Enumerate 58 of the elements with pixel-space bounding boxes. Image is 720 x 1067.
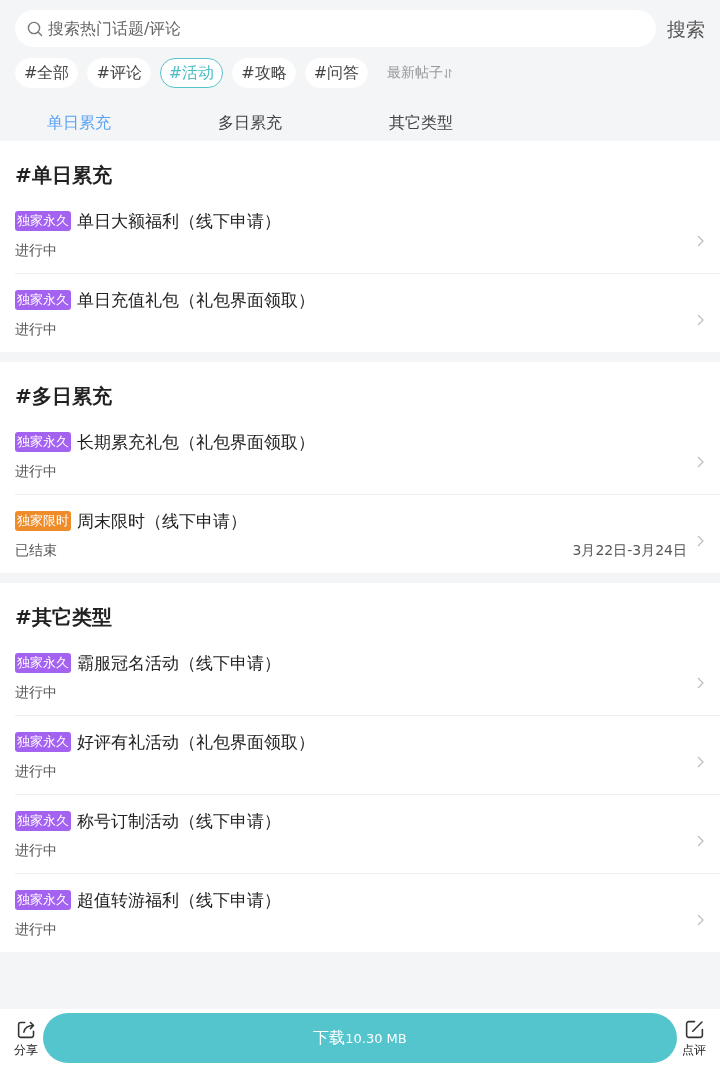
chevron-right-icon: [697, 313, 704, 326]
activity-title: 单日充值礼包（礼包界面领取）: [77, 289, 315, 312]
activity-status: 进行中: [15, 241, 57, 260]
chevron-right-icon: [697, 913, 704, 926]
chevron-right-icon: [697, 455, 704, 468]
review-button[interactable]: 点评: [680, 1019, 708, 1057]
activity-status: 进行中: [15, 762, 57, 781]
activity-badge: 独家永久: [15, 653, 71, 673]
chevron-right-icon: [697, 755, 704, 768]
topic-tag[interactable]: #问答: [304, 58, 369, 88]
activity-badge: 独家永久: [15, 432, 71, 452]
activity-title: 单日大额福利（线下申请）: [77, 210, 281, 233]
category-tab[interactable]: 多日累充: [186, 104, 314, 141]
activity-badge: 独家限时: [15, 511, 71, 531]
activity-status: 已结束: [15, 541, 57, 560]
section-title: #多日累充: [15, 383, 113, 410]
activity-badge: 独家永久: [15, 290, 71, 310]
activity-badge: 独家永久: [15, 811, 71, 831]
section-title: #单日累充: [15, 162, 113, 189]
topic-tag[interactable]: #全部: [15, 58, 79, 88]
activity-row[interactable]: 独家永久 单日充值礼包（礼包界面领取） 进行中: [15, 274, 720, 352]
activity-row[interactable]: 独家永久 称号订制活动（线下申请） 进行中: [15, 795, 720, 874]
topic-tag[interactable]: #评论: [87, 58, 151, 88]
activity-title: 称号订制活动（线下申请）: [77, 810, 281, 833]
activity-status: 进行中: [15, 320, 57, 339]
sort-icon: [444, 67, 453, 79]
activity-badge: 独家永久: [15, 211, 71, 231]
activity-title: 长期累充礼包（礼包界面领取）: [77, 431, 315, 454]
activity-row[interactable]: 独家永久 好评有礼活动（礼包界面领取） 进行中: [15, 716, 720, 795]
chevron-right-icon: [697, 534, 704, 547]
activity-title: 超值转游福利（线下申请）: [77, 889, 281, 912]
share-button[interactable]: 分享: [12, 1019, 40, 1057]
chevron-right-icon: [697, 234, 704, 247]
activity-date: 3月22日-3月24日: [572, 541, 687, 560]
search-icon: [27, 21, 43, 37]
search-field[interactable]: 搜索热门话题/评论: [15, 10, 656, 47]
search-button[interactable]: 搜索: [667, 16, 705, 41]
activity-row[interactable]: 独家永久 超值转游福利（线下申请） 进行中: [15, 874, 720, 952]
activity-row[interactable]: 独家永久 单日大额福利（线下申请） 进行中: [15, 195, 720, 274]
activity-badge: 独家永久: [15, 732, 71, 752]
share-icon: [15, 1019, 37, 1040]
activity-title: 好评有礼活动（礼包界面领取）: [77, 731, 315, 754]
activity-title: 周末限时（线下申请）: [77, 510, 247, 533]
category-tab[interactable]: 其它类型: [357, 104, 485, 141]
activity-status: 进行中: [15, 841, 57, 860]
topic-tag[interactable]: #攻略: [232, 58, 296, 88]
activity-row[interactable]: 独家限时 周末限时（线下申请） 已结束 3月22日-3月24日: [15, 495, 720, 573]
edit-icon: [683, 1019, 705, 1040]
activity-status: 进行中: [15, 920, 57, 939]
chevron-right-icon: [697, 676, 704, 689]
activity-badge: 独家永久: [15, 890, 71, 910]
activity-status: 进行中: [15, 683, 57, 702]
section-title: #其它类型: [15, 604, 113, 631]
activity-title: 霸服冠名活动（线下申请）: [77, 652, 281, 675]
activity-status: 进行中: [15, 462, 57, 481]
chevron-right-icon: [697, 834, 704, 847]
activity-row[interactable]: 独家永久 霸服冠名活动（线下申请） 进行中: [15, 637, 720, 716]
activity-row[interactable]: 独家永久 长期累充礼包（礼包界面领取） 进行中: [15, 416, 720, 495]
